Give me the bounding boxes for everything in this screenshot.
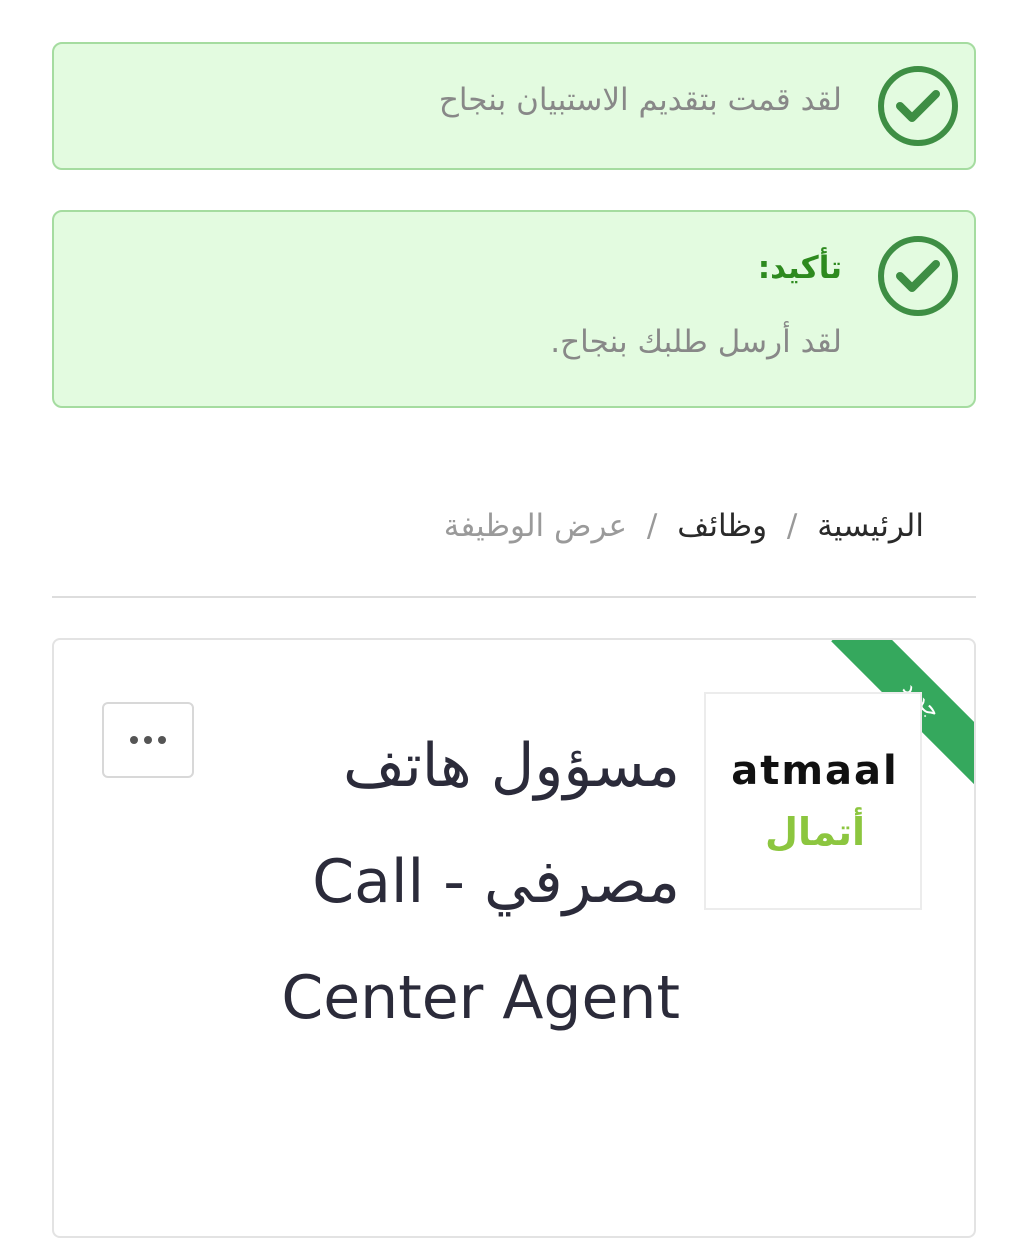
breadcrumb-separator: / — [786, 508, 798, 544]
success-alert-confirmation: تأكيد: لقد أرسل طلبك بنجاح. — [52, 210, 976, 408]
alert-title: تأكيد: — [757, 250, 842, 286]
ellipsis-icon — [158, 736, 166, 744]
ellipsis-icon — [130, 736, 138, 744]
company-logo-latin: atmaal — [731, 748, 899, 794]
company-logo-arabic: أتمال — [764, 810, 865, 854]
breadcrumb-current: عرض الوظيفة — [443, 508, 628, 544]
more-options-button[interactable] — [102, 702, 194, 778]
ellipsis-icon — [144, 736, 152, 744]
breadcrumb-home-link[interactable]: الرئيسية — [817, 508, 924, 544]
company-logo[interactable]: atmaal أتمال — [704, 692, 922, 910]
alert-message: لقد قمت بتقديم الاستبيان بنجاح — [438, 82, 842, 118]
breadcrumb: الرئيسية / وظائف / عرض الوظيفة — [444, 508, 924, 544]
job-title: مسؤول هاتف مصرفي - Call Center Agent — [281, 731, 680, 1033]
check-circle-icon — [878, 66, 958, 146]
breadcrumb-jobs-link[interactable]: وظائف — [677, 508, 767, 544]
job-card: جديد atmaal أتمال مسؤول هاتف مصرفي - Cal… — [52, 638, 976, 1238]
alert-message: لقد أرسل طلبك بنجاح. — [550, 324, 842, 360]
breadcrumb-separator: / — [646, 508, 658, 544]
success-alert-survey: لقد قمت بتقديم الاستبيان بنجاح — [52, 42, 976, 170]
check-circle-icon — [878, 236, 958, 316]
divider — [52, 596, 976, 598]
